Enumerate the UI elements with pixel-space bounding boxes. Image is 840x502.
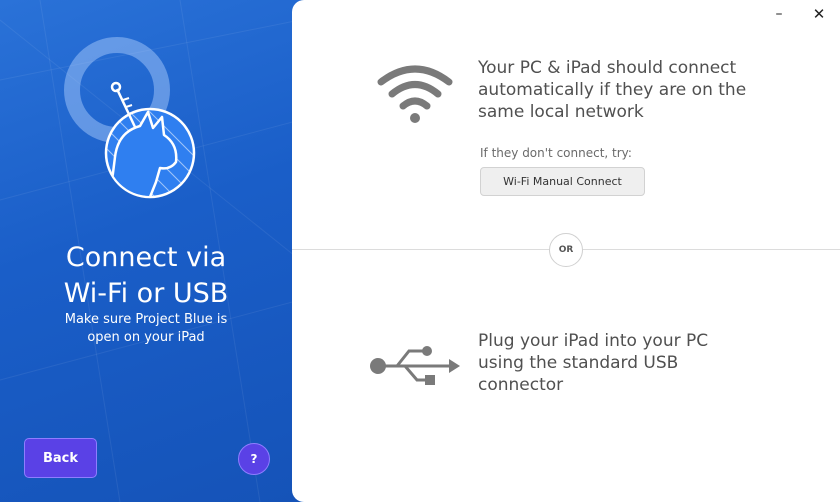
wifi-manual-connect-button[interactable]: Wi-Fi Manual Connect xyxy=(480,167,645,196)
wifi-instructions: Your PC & iPad should connect automatica… xyxy=(478,57,808,123)
project-blue-logo xyxy=(64,37,196,199)
page-subheading: Make sure Project Blue is open on your i… xyxy=(0,311,292,347)
usb-text-line-1: Plug your iPad into your PC xyxy=(478,331,709,351)
left-panel: Connect via Wi-Fi or USB Make sure Proje… xyxy=(0,0,300,502)
or-badge: OR xyxy=(549,233,583,267)
subheading-line-1: Make sure Project Blue is xyxy=(64,312,228,327)
heading-line-2: Wi-Fi or USB xyxy=(63,278,229,309)
wifi-text-line-2: automatically if they are on the xyxy=(478,80,747,100)
help-button[interactable]: ? xyxy=(238,443,270,475)
usb-icon xyxy=(370,346,460,385)
usb-instructions: Plug your iPad into your PC using the st… xyxy=(478,330,778,396)
subheading-line-2: open on your iPad xyxy=(87,330,205,345)
minimize-button[interactable]: – xyxy=(768,4,790,24)
usb-text-line-2: using the standard USB xyxy=(478,353,679,373)
usb-text-line-3: connector xyxy=(478,375,564,395)
heading-line-1: Connect via xyxy=(65,242,227,273)
right-panel: – ✕ Your PC & iPad should connect automa… xyxy=(292,0,840,502)
page-heading: Connect via Wi-Fi or USB xyxy=(0,240,292,312)
fallback-label: If they don't connect, try: xyxy=(480,146,632,160)
wifi-icon xyxy=(377,65,453,123)
close-button[interactable]: ✕ xyxy=(808,4,830,24)
back-button[interactable]: Back xyxy=(24,438,97,478)
wifi-text-line-3: same local network xyxy=(478,102,644,122)
wifi-text-line-1: Your PC & iPad should connect xyxy=(478,58,737,78)
